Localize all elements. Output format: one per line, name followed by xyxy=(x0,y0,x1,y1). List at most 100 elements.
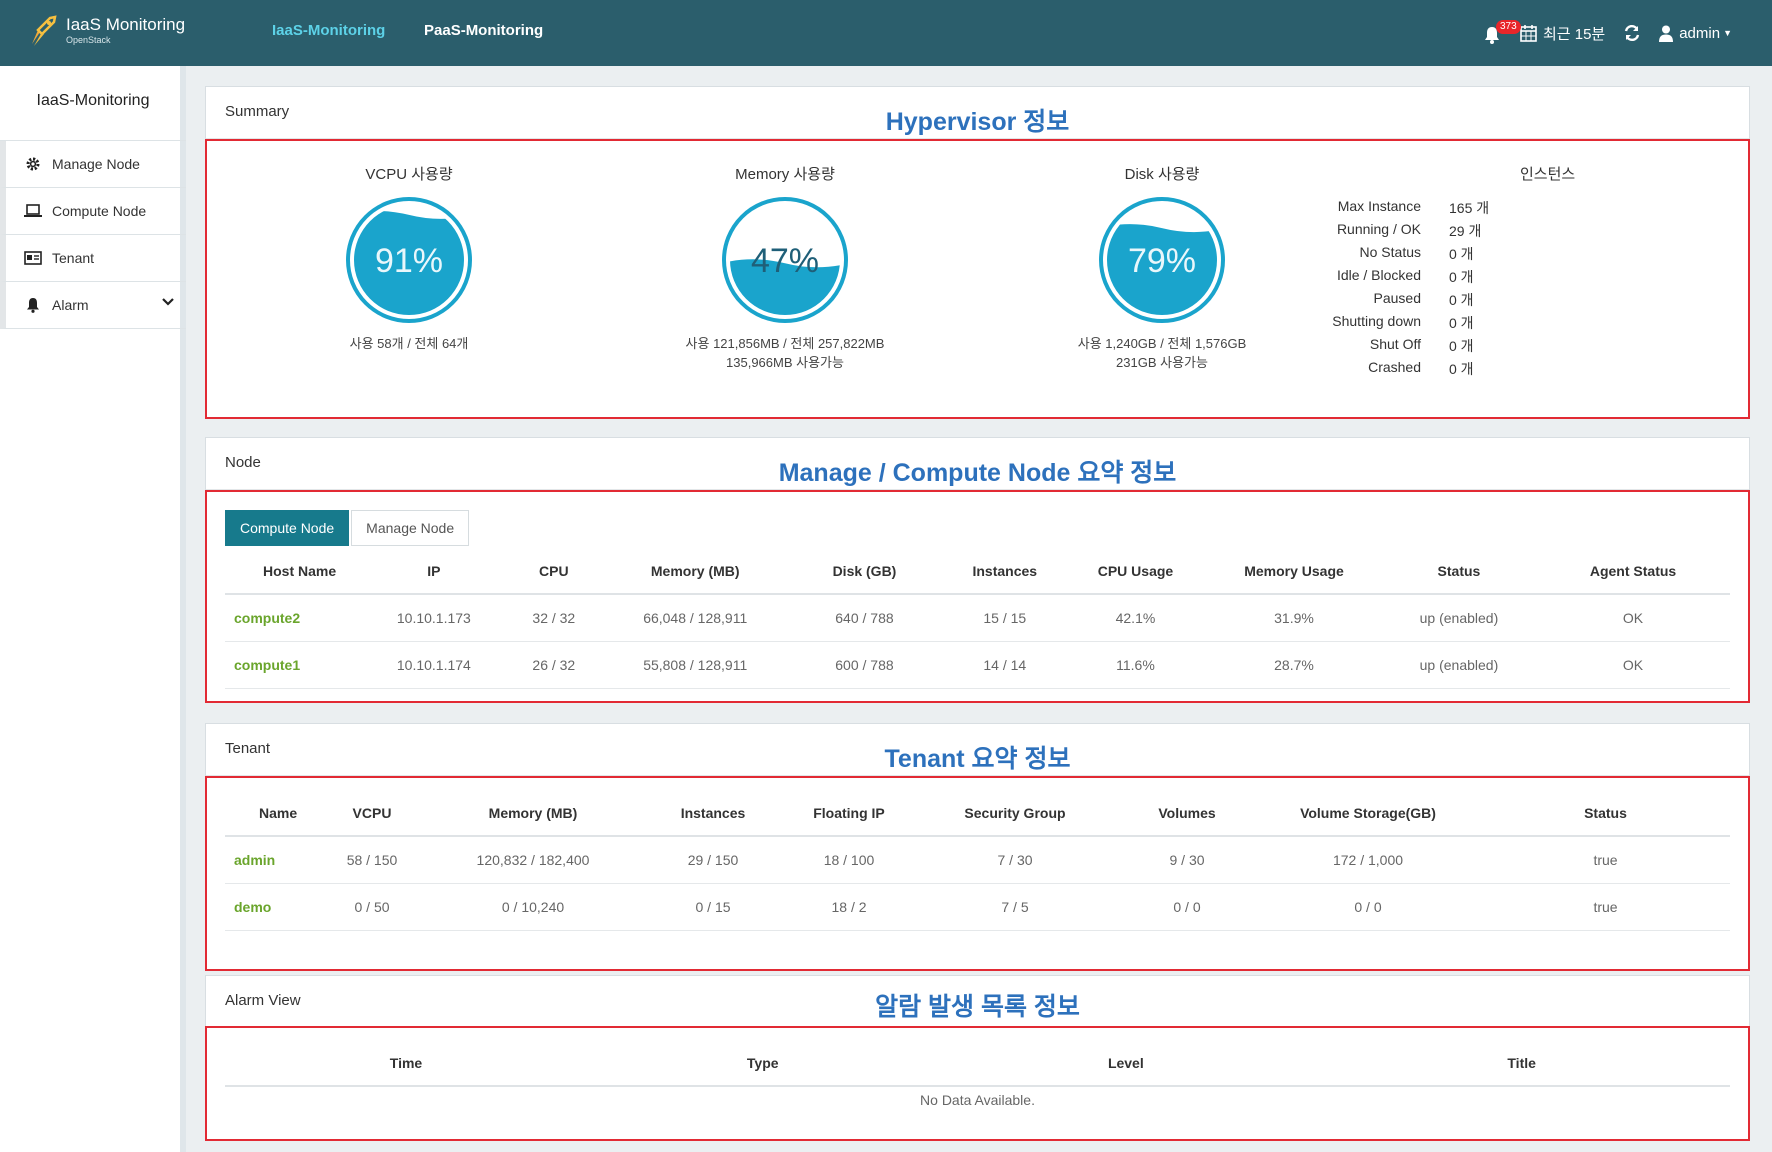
node-panel: Node Manage / Compute Node 요약 정보 Compute… xyxy=(205,437,1750,703)
time-range-selector[interactable]: 최근 15분 xyxy=(1520,23,1605,44)
row-name-link[interactable]: compute2 xyxy=(225,594,367,642)
instance-row: Shutting down 0 개 xyxy=(1289,313,1529,336)
instance-value: 0 개 xyxy=(1449,338,1474,354)
gauge-percent: 47% xyxy=(751,242,819,280)
table-cell: 18 / 100 xyxy=(787,836,911,884)
table-cell: 55,808 / 128,911 xyxy=(606,641,785,689)
gauge-svg: 91% xyxy=(346,197,472,323)
rocket-logo-icon xyxy=(32,15,57,46)
gauge-sub2: 135,966MB 사용가능 xyxy=(726,355,844,370)
column-header[interactable]: Memory Usage xyxy=(1206,548,1382,595)
column-header[interactable]: Host Name xyxy=(225,548,367,595)
sidebar-item-label: Compute Node xyxy=(52,203,147,219)
bell-icon xyxy=(24,296,42,314)
table-cell: 0 / 15 xyxy=(639,883,787,931)
tenant-annotation: Tenant 요약 정보 xyxy=(884,745,1071,773)
column-header[interactable]: Floating IP xyxy=(787,790,911,837)
table-cell: 9 / 30 xyxy=(1119,836,1255,884)
instance-key: Max Instance xyxy=(1337,198,1421,214)
alarm-panel: Alarm View 알람 발생 목록 정보 Time Type Level Titl… xyxy=(205,975,1750,1141)
nav-paas-monitoring[interactable]: PaaS-Monitoring xyxy=(424,22,543,39)
sidebar-item-label: Manage Node xyxy=(52,156,140,172)
tab-manage-node[interactable]: Manage Node xyxy=(351,510,470,546)
column-header[interactable]: Time xyxy=(225,1040,588,1087)
table-cell: 10.10.1.174 xyxy=(366,641,502,689)
instance-key: Idle / Blocked xyxy=(1336,267,1421,283)
sidebar-item-alarm[interactable]: Alarm xyxy=(0,282,186,329)
no-data-message: No Data Available. xyxy=(920,1092,1035,1108)
table-row[interactable]: compute1 10.10.1.174 26 / 32 55,808 / 128,9… xyxy=(225,641,1730,689)
row-name-link[interactable]: admin xyxy=(225,836,317,884)
column-header[interactable]: Agent Status xyxy=(1536,548,1730,595)
column-header[interactable]: VCPU xyxy=(317,790,427,837)
vcpu-gauge-circle: 91% xyxy=(259,184,559,334)
column-header[interactable]: CPU Usage xyxy=(1064,548,1207,595)
column-header[interactable]: Security Group xyxy=(911,790,1119,837)
row-name-link[interactable]: compute1 xyxy=(225,641,367,689)
table-cell: 28.7% xyxy=(1206,641,1382,689)
table-row[interactable]: demo 0 / 50 0 / 10,240 0 / 15 18 / 27 / 50 /… xyxy=(225,883,1730,931)
chevron-down-icon[interactable] xyxy=(162,298,174,306)
table-cell: 0 / 0 xyxy=(1119,883,1255,931)
table-cell: 0 / 50 xyxy=(317,883,427,931)
memory-gauge-circle: 47% xyxy=(635,184,935,334)
column-header[interactable]: IP xyxy=(366,548,502,595)
table-row[interactable]: compute2 10.10.1.173 32 / 32 66,048 / 128,9… xyxy=(225,594,1730,642)
column-header[interactable]: Name xyxy=(225,790,317,837)
instance-key: Running / OK xyxy=(1336,221,1421,237)
table-cell: 32 / 32 xyxy=(501,594,607,642)
instance-value: 0 개 xyxy=(1449,315,1474,331)
instance-value: 0 개 xyxy=(1449,246,1474,262)
column-header[interactable]: Instances xyxy=(944,548,1065,595)
username: admin xyxy=(1679,24,1721,42)
column-header[interactable]: Volumes xyxy=(1119,790,1255,837)
table-cell: 26 / 32 xyxy=(501,641,607,689)
table-cell: 18 / 2 xyxy=(787,883,911,931)
column-header[interactable]: Memory (MB) xyxy=(427,790,639,837)
sidebar-item-manage-node[interactable]: Manage Node xyxy=(0,141,186,188)
sidebar-item-tenant[interactable]: Tenant xyxy=(0,235,186,282)
brand-logo[interactable]: IaaS Monitoring OpenStack xyxy=(28,14,185,48)
id-card-icon xyxy=(24,249,42,267)
gauge-sub1: 사용 1,240GB / 전체 1,576GB xyxy=(1077,336,1247,351)
node-table: Host Name IP CPU Memory (MB) Disk (GB) Instan… xyxy=(225,548,1730,689)
alarm-notification[interactable]: 373 xyxy=(1484,20,1521,46)
table-cell: 0 / 10,240 xyxy=(427,883,639,931)
node-annotation: Manage / Compute Node 요약 정보 xyxy=(778,459,1177,487)
instance-value: 0 개 xyxy=(1449,292,1474,308)
user-menu[interactable]: admin ▼ xyxy=(1659,25,1732,42)
table-cell: 640 / 788 xyxy=(784,594,945,642)
column-header[interactable]: Instances xyxy=(639,790,787,837)
table-row[interactable]: admin 58 / 150 120,832 / 182,400 29 / 150 18… xyxy=(225,836,1730,884)
table-header-row: Host Name IP CPU Memory (MB) Disk (GB) Instan… xyxy=(225,548,1730,595)
gauge-label: Memory 사용량 xyxy=(735,166,835,183)
gauge-svg: 47% xyxy=(722,197,848,323)
column-header[interactable]: Volume Storage(GB) xyxy=(1255,790,1481,837)
table-header-row: Name VCPU Memory (MB) Instances Floating IP S… xyxy=(225,790,1730,837)
table-cell: 66,048 / 128,911 xyxy=(606,594,785,642)
table-cell: 14 / 14 xyxy=(944,641,1065,689)
table-cell: 10.10.1.173 xyxy=(366,594,502,642)
table-cell: 42.1% xyxy=(1064,594,1207,642)
tab-compute-node[interactable]: Compute Node xyxy=(225,510,350,546)
column-header[interactable]: Title xyxy=(1313,1040,1730,1087)
gauge-label: Disk 사용량 xyxy=(1124,166,1200,183)
column-header[interactable]: Disk (GB) xyxy=(784,548,945,595)
gauge-sub1: 사용 58개 / 전체 64개 xyxy=(349,336,469,351)
sidebar-item-label: Alarm xyxy=(52,297,89,313)
table-cell: 31.9% xyxy=(1206,594,1382,642)
column-header[interactable]: Status xyxy=(1381,548,1537,595)
column-header[interactable]: Memory (MB) xyxy=(606,548,785,595)
refresh-button[interactable] xyxy=(1623,24,1641,42)
column-header[interactable]: Status xyxy=(1481,790,1730,837)
gauge-percent: 91% xyxy=(375,242,443,280)
nav-iaas-monitoring[interactable]: IaaS-Monitoring xyxy=(272,22,385,39)
table-cell: 7 / 5 xyxy=(911,883,1119,931)
gauge-sub1: 사용 121,856MB / 전체 257,822MB xyxy=(685,336,885,351)
instance-row: Running / OK 29 개 xyxy=(1289,221,1529,244)
column-header[interactable]: CPU xyxy=(501,548,607,595)
column-header[interactable]: Type xyxy=(587,1040,939,1087)
row-name-link[interactable]: demo xyxy=(225,883,317,931)
sidebar-item-compute-node[interactable]: Compute Node xyxy=(0,188,186,235)
column-header[interactable]: Level xyxy=(938,1040,1314,1087)
